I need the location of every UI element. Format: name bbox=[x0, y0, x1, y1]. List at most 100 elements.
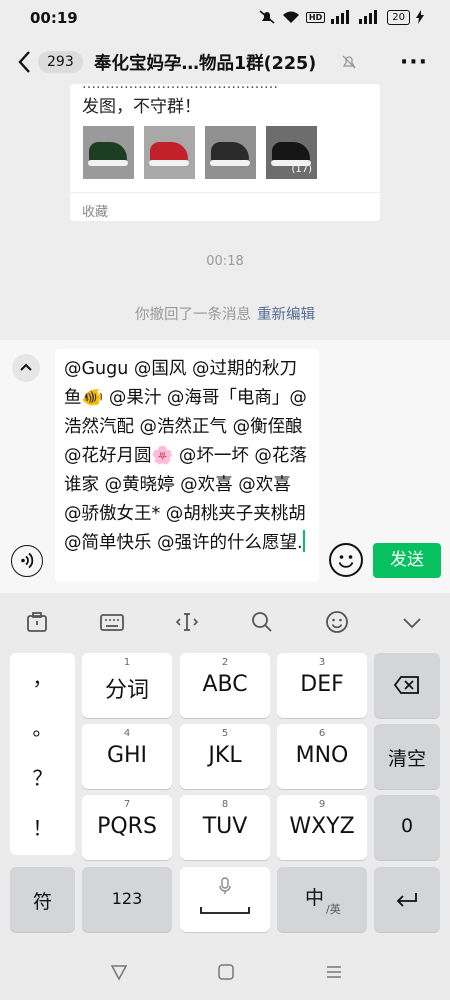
key-0[interactable]: 0 bbox=[374, 795, 440, 860]
key-number: 4 bbox=[123, 728, 131, 739]
language-switch-key[interactable]: 中 /英 bbox=[277, 867, 367, 932]
key-label: WXYZ bbox=[289, 814, 355, 839]
key-label: DEF bbox=[300, 672, 344, 697]
number-mode-key[interactable]: 123 bbox=[82, 867, 172, 932]
key-label: 0 bbox=[400, 815, 414, 837]
shoe-sole bbox=[149, 160, 189, 166]
re-edit-link[interactable]: 重新编辑 bbox=[257, 307, 315, 323]
chevron-up-icon bbox=[20, 363, 32, 371]
microphone-icon bbox=[219, 877, 231, 894]
punctuation-column: ， 。 ？ ！ bbox=[10, 653, 75, 855]
lang-sub-label: /英 bbox=[326, 903, 341, 916]
smiley-icon bbox=[338, 555, 354, 568]
key-label: 123 bbox=[111, 889, 143, 908]
message-input[interactable]: @Gugu @国风 @过期的秋刀鱼🐠 @果汁 @海哥「电商」@浩然汽配 @浩然正… bbox=[55, 349, 319, 582]
text-cursor bbox=[302, 530, 305, 552]
back-arrow-icon[interactable] bbox=[14, 48, 38, 76]
key-5[interactable]: 5 JKL bbox=[180, 724, 270, 789]
back-triangle-icon[interactable] bbox=[109, 962, 129, 982]
punct-key-question[interactable]: ？ bbox=[10, 753, 75, 803]
voice-icon bbox=[21, 552, 34, 569]
symbol-key[interactable]: 符 bbox=[10, 867, 75, 932]
input-bar: @Gugu @国风 @过期的秋刀鱼🐠 @果汁 @海哥「电商」@浩然汽配 @浩然正… bbox=[0, 340, 450, 593]
key-number: 2 bbox=[221, 657, 229, 668]
battery-icon: 20 bbox=[387, 9, 410, 25]
key-label: ABC bbox=[202, 672, 248, 697]
punct-key-comma[interactable]: ， bbox=[10, 653, 75, 703]
message-input-text: @Gugu @国风 @过期的秋刀鱼🐠 @果汁 @海哥「电商」@浩然汽配 @浩然正… bbox=[64, 359, 307, 553]
key-number: 3 bbox=[318, 657, 326, 668]
key-label: GHI bbox=[106, 743, 148, 768]
recall-notice: 你撤回了一条消息 重新编辑 bbox=[0, 303, 450, 324]
backspace-key[interactable] bbox=[374, 653, 440, 718]
key-6[interactable]: 6 MNO bbox=[277, 724, 367, 789]
mute-icon bbox=[342, 55, 356, 69]
clear-key[interactable]: 清空 bbox=[374, 724, 440, 789]
voice-input-button[interactable] bbox=[11, 545, 43, 577]
message-timestamp: 00:18 bbox=[206, 254, 244, 269]
enter-icon bbox=[396, 893, 417, 907]
key-1[interactable]: 1 分词 bbox=[82, 653, 172, 718]
send-button[interactable]: 发送 bbox=[373, 543, 441, 578]
emoji-panel-icon[interactable] bbox=[324, 609, 350, 635]
search-icon[interactable] bbox=[249, 609, 275, 635]
key-number: 9 bbox=[318, 799, 326, 810]
clipboard-icon[interactable] bbox=[24, 609, 50, 635]
status-icons: HD 20 bbox=[258, 9, 424, 25]
key-number: 5 bbox=[221, 728, 229, 739]
mute-bell-icon bbox=[259, 10, 275, 24]
key-label: TUV bbox=[202, 814, 248, 839]
lang-label: 中 bbox=[305, 887, 325, 909]
key-7[interactable]: 7 PQRS bbox=[82, 795, 172, 860]
status-time: 00:19 bbox=[30, 9, 78, 27]
image-count: (17) bbox=[291, 164, 312, 175]
recents-menu-icon[interactable] bbox=[324, 962, 344, 982]
key-label: PQRS bbox=[97, 814, 157, 839]
image-thumbnail[interactable] bbox=[205, 126, 256, 179]
keyboard-icon[interactable] bbox=[99, 609, 125, 635]
punct-key-exclaim[interactable]: ！ bbox=[10, 803, 75, 853]
recall-text: 你撤回了一条消息 bbox=[135, 307, 251, 323]
shoe-sole bbox=[210, 160, 250, 166]
signal-icon bbox=[359, 10, 378, 24]
image-thumbnail[interactable] bbox=[83, 126, 134, 179]
keyboard: ， 。 ？ ！ 1 分词 2 ABC 3 DEF 4 GHI 5 JKL 6 MNO 清空 … bbox=[0, 593, 450, 1000]
emoji-button[interactable] bbox=[329, 543, 363, 577]
enter-key[interactable] bbox=[374, 867, 440, 932]
image-thumbnail[interactable] bbox=[144, 126, 195, 179]
punct-key-period[interactable]: 。 bbox=[10, 703, 75, 753]
home-square-icon[interactable] bbox=[216, 962, 236, 982]
message-text: 发图，不守群！ bbox=[82, 97, 201, 117]
key-label: MNO bbox=[295, 743, 349, 768]
system-navigation-bar bbox=[0, 950, 450, 1000]
key-number: 8 bbox=[221, 799, 229, 810]
image-thumbnails: (17) bbox=[83, 126, 317, 179]
chevron-down-icon[interactable] bbox=[399, 609, 425, 635]
key-number: 6 bbox=[318, 728, 326, 739]
collapse-input-button[interactable] bbox=[12, 354, 40, 382]
more-options-icon[interactable]: ··· bbox=[400, 50, 428, 75]
key-3[interactable]: 3 DEF bbox=[277, 653, 367, 718]
key-8[interactable]: 8 TUV bbox=[180, 795, 270, 860]
key-label: JKL bbox=[208, 743, 242, 768]
unread-count-badge[interactable]: 293 bbox=[38, 51, 83, 73]
chat-title: 奉化宝妈孕…物品1群(225) bbox=[94, 54, 317, 74]
key-number: 1 bbox=[123, 657, 131, 668]
image-thumbnail[interactable]: (17) bbox=[266, 126, 317, 179]
collect-label: 收藏 bbox=[70, 192, 380, 221]
key-9[interactable]: 9 WXYZ bbox=[277, 795, 367, 860]
key-number: 7 bbox=[123, 799, 131, 810]
keyboard-toolbar bbox=[0, 593, 450, 649]
key-4[interactable]: 4 GHI bbox=[82, 724, 172, 789]
key-label: 分词 bbox=[104, 678, 149, 703]
status-bar: 00:19 HD 20 bbox=[0, 0, 450, 36]
message-text-cut: …………………………………… bbox=[82, 84, 278, 92]
chat-message-bubble[interactable]: …………………………………… 发图，不守群！ (17) 收藏 bbox=[70, 84, 380, 221]
hd-icon: HD bbox=[305, 11, 326, 23]
chat-header: 293 奉化宝妈孕…物品1群(225) ··· bbox=[0, 40, 450, 84]
signal-icon bbox=[331, 10, 350, 24]
key-2[interactable]: 2 ABC bbox=[180, 653, 270, 718]
space-key[interactable] bbox=[180, 867, 270, 932]
cursor-move-icon[interactable] bbox=[174, 609, 200, 635]
space-bar-icon bbox=[200, 907, 250, 914]
